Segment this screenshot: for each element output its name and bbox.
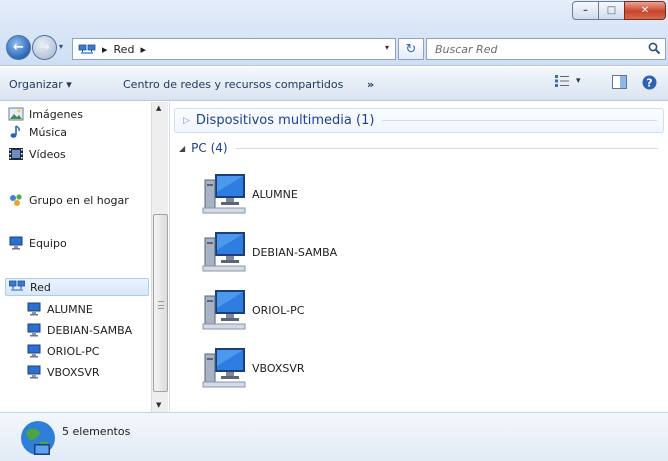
help-icon: ? [642,75,657,90]
address-bar[interactable]: ▸ Red ▸ ▾ [72,38,396,60]
computer-item-alumne[interactable]: ALUMNE [201,172,298,216]
sidebar-item-label: Equipo [29,236,67,250]
expand-arrow-icon[interactable]: ▷ [183,116,190,126]
change-view-button[interactable]: ▾ [555,75,581,87]
network-center-button[interactable]: Centro de redes y recursos compartidos [123,78,343,91]
videos-icon [8,147,24,161]
sidebar-item-musica[interactable]: Música [8,125,67,139]
view-options-icon [555,75,569,87]
sidebar-item-label: Música [29,125,68,139]
network-icon [78,43,96,56]
scrollbar-thumb[interactable] [153,214,168,392]
computer-name: VBOXSVR [252,361,305,375]
minimize-button[interactable]: – [572,1,599,20]
computer-icon [26,323,42,337]
sidebar-item-grupo-hogar[interactable]: Grupo en el hogar [8,193,129,207]
pictures-icon [8,107,24,121]
sidebar-item-label: Imágenes [29,107,83,121]
sidebar-item-label: Red [30,280,51,294]
computer-item-oriol-pc[interactable]: ORIOL-PC [201,288,304,332]
refresh-button[interactable]: ↻ [398,38,424,60]
breadcrumb-separator[interactable]: ▸ [140,43,146,56]
sidebar-item-oriol-pc[interactable]: ORIOL-PC [26,344,99,358]
scroll-up-arrow-icon[interactable]: ▲ [156,104,161,112]
window-chrome: – □ ✕ ← → ▾ ▸ Red ▸ ▾ ↻ Buscar Red [0,0,668,66]
group-header-pc[interactable]: ◢ PC (4) [179,140,664,156]
network-icon [9,280,25,294]
help-button[interactable]: ? [642,75,657,90]
recent-pages-dropdown[interactable]: ▾ [59,42,63,51]
scrollbar-grip [158,301,164,309]
maximize-button[interactable]: □ [598,1,625,20]
navigation-pane: Imágenes Música Vídeos Grupo en el hogar… [0,102,170,412]
network-globe-icon [18,416,58,460]
search-placeholder: Buscar Red [435,42,498,56]
group-title: PC (4) [191,141,228,155]
music-icon [8,125,24,139]
computer-name: ALUMNE [252,187,298,201]
more-commands-button[interactable]: » [367,78,374,91]
computer-icon [201,230,249,274]
computer-icon [26,302,42,316]
forward-button[interactable]: → [32,35,57,60]
command-bar: Organizar ▾ Centro de redes y recursos c… [0,67,668,101]
computer-item-debian-samba[interactable]: DEBIAN-SAMBA [201,230,337,274]
computer-item-vboxsvr[interactable]: VBOXSVR [201,346,305,390]
sidebar-item-equipo[interactable]: Equipo [8,236,67,250]
computer-icon [26,365,42,379]
preview-pane-button[interactable] [612,75,627,89]
computer-name: ORIOL-PC [252,303,305,317]
sidebar-item-videos[interactable]: Vídeos [8,147,66,161]
preview-pane-icon [612,75,627,89]
address-dropdown[interactable]: ▾ [385,43,389,52]
search-input[interactable]: Buscar Red [426,38,666,60]
breadcrumb: ▸ Red ▸ [102,43,146,56]
scroll-down-arrow-icon[interactable]: ▼ [156,401,161,409]
view-dropdown-arrow[interactable]: ▾ [576,76,581,86]
organize-menu[interactable]: Organizar ▾ [9,78,72,91]
computer-icon [201,172,249,216]
navigation-row: ← → ▾ ▸ Red ▸ ▾ ↻ Buscar Red [6,32,666,60]
sidebar-item-label: ALUMNE [47,302,93,316]
group-divider [382,120,657,121]
status-bar: 5 elementos [0,412,668,461]
collapse-arrow-icon[interactable]: ◢ [179,144,185,153]
computer-icon [201,288,249,332]
caption-buttons: – □ ✕ [572,1,666,20]
breadcrumb-item-red[interactable]: Red [114,43,135,56]
sidebar-item-vboxsvr[interactable]: VBOXSVR [26,365,100,379]
homegroup-icon [8,193,24,207]
sidebar-item-label: VBOXSVR [47,365,100,379]
content-pane: ▷ Dispositivos multimedia (1) ◢ PC (4) A… [171,102,668,412]
sidebar-item-label: DEBIAN-SAMBA [47,323,133,337]
nav-pane-scrollbar[interactable]: ▲ ▼ [151,102,168,412]
computer-icon [8,236,24,250]
close-button[interactable]: ✕ [624,1,666,20]
sidebar-item-label: ORIOL-PC [47,344,100,358]
sidebar-item-debian-samba[interactable]: DEBIAN-SAMBA [26,323,132,337]
sidebar-item-alumne[interactable]: ALUMNE [26,302,93,316]
group-divider [235,147,658,149]
group-header-multimedia[interactable]: ▷ Dispositivos multimedia (1) [174,108,664,133]
back-button[interactable]: ← [6,35,31,60]
group-title: Dispositivos multimedia (1) [195,113,375,128]
computer-icon [26,344,42,358]
computer-name: DEBIAN-SAMBA [252,245,338,259]
magnifier-icon[interactable] [648,42,661,55]
sidebar-item-red[interactable]: Red [5,278,149,296]
sidebar-item-label: Vídeos [29,147,66,161]
sidebar-item-imagenes[interactable]: Imágenes [8,107,83,121]
svg-text:?: ? [646,77,652,90]
item-count: 5 elementos [62,425,131,438]
breadcrumb-separator[interactable]: ▸ [102,43,108,56]
computer-icon [201,346,249,390]
sidebar-item-label: Grupo en el hogar [29,193,129,207]
